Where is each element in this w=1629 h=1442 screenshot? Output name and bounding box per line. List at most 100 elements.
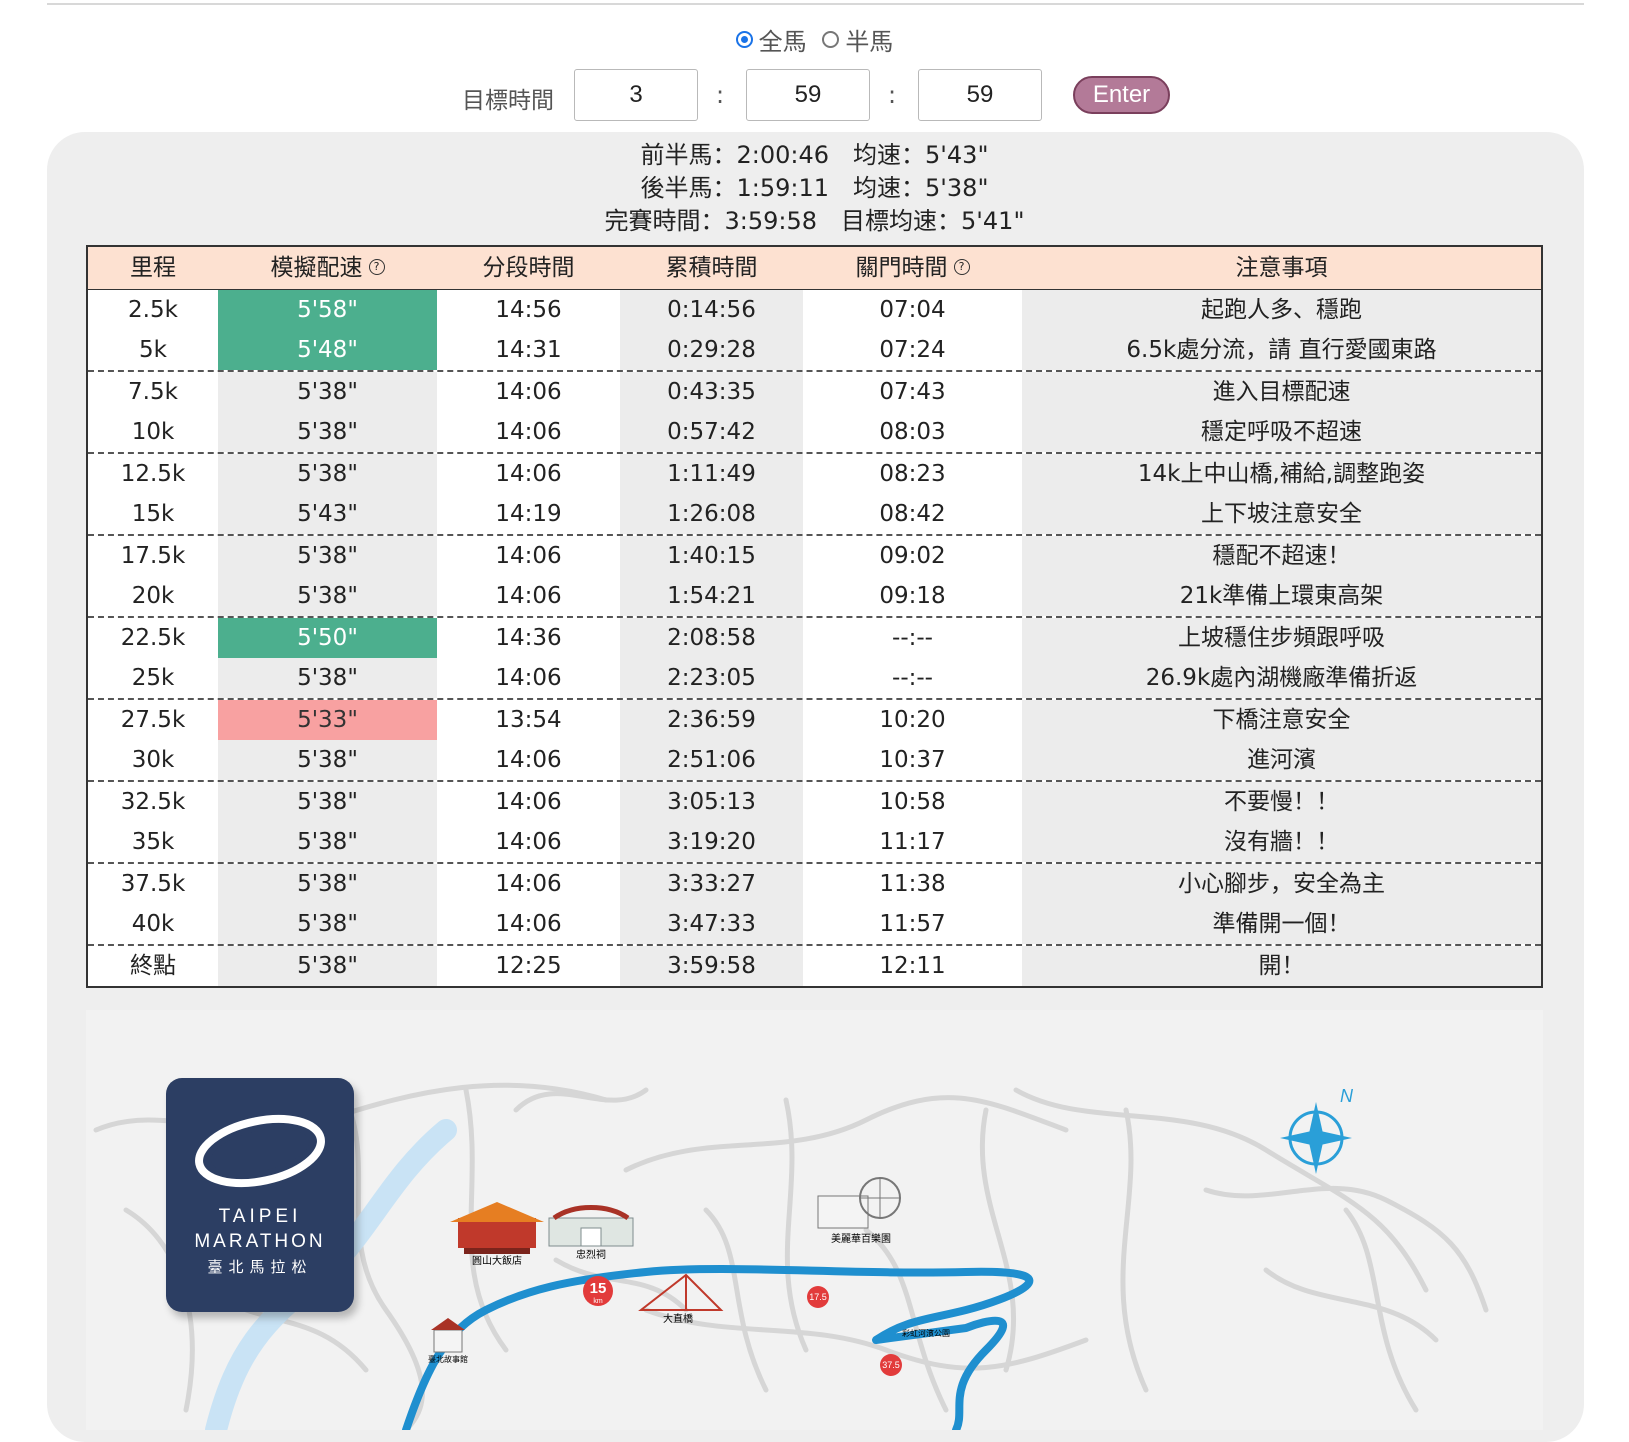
radio-half-marathon[interactable]: 半馬: [822, 22, 893, 57]
table-row: 40k 5'38" 14:06 3:47:33 11:57 準備開一個！: [88, 904, 1541, 944]
cell-cutoff: 07:43: [803, 372, 1022, 412]
landmark-dazhi-bridge: 大直橋: [663, 1312, 693, 1325]
first-half-summary: 前半馬：2:00:46 均速：5'43": [0, 139, 1629, 172]
cell-pace: 5'38": [218, 740, 437, 780]
first-half-pace: 5'43": [925, 141, 989, 169]
table-row: 32.5k 5'38" 14:06 3:05:13 10:58 不要慢！！: [88, 780, 1541, 822]
cell-note: 6.5k處分流，請 直行愛國東路: [1022, 330, 1541, 370]
minutes-input[interactable]: 59: [746, 69, 870, 121]
cell-split: 14:06: [437, 822, 620, 862]
enter-button[interactable]: Enter: [1073, 76, 1170, 114]
help-icon[interactable]: ?: [368, 258, 385, 275]
marker-15km: 15 km: [583, 1276, 613, 1306]
cell-cumulative: 3:59:58: [620, 946, 803, 986]
pace-table: 里程 模擬配速? 分段時間 累積時間 關門時間? 注意事項 2.5k 5'58" 1…: [86, 245, 1543, 988]
cell-cumulative: 0:57:42: [620, 412, 803, 452]
cell-cumulative: 2:23:05: [620, 658, 803, 698]
cell-pace: 5'38": [218, 782, 437, 822]
marker-37-5km: 37.5: [880, 1354, 902, 1376]
cell-split: 12:25: [437, 946, 620, 986]
target-pace: 5'41": [961, 207, 1025, 235]
cell-distance: 15k: [88, 494, 218, 534]
cell-pace: 5'38": [218, 372, 437, 412]
cell-pace: 5'38": [218, 576, 437, 616]
cell-distance: 27.5k: [88, 700, 218, 740]
cell-cumulative: 1:26:08: [620, 494, 803, 534]
table-row: 37.5k 5'38" 14:06 3:33:27 11:38 小心腳步，安全為主: [88, 862, 1541, 904]
cell-cutoff: 08:23: [803, 454, 1022, 494]
cell-distance: 22.5k: [88, 618, 218, 658]
race-route: [402, 1265, 1034, 1430]
cell-pace: 5'38": [218, 946, 437, 986]
table-row: 22.5k 5'50" 14:36 2:08:58 --:-- 上坡穩住步頻跟呼吸: [88, 616, 1541, 658]
cell-note: 21k準備上環東高架: [1022, 576, 1541, 616]
table-row: 25k 5'38" 14:06 2:23:05 --:-- 26.9k處內湖機廠準備折返: [88, 658, 1541, 698]
radio-full-marathon[interactable]: 全馬: [735, 22, 807, 57]
header-cutoff-label: 關門時間: [855, 255, 948, 281]
cell-note: 不要慢！！: [1022, 782, 1541, 822]
cell-cutoff: 07:04: [803, 290, 1022, 330]
cell-cutoff: 09:18: [803, 576, 1022, 616]
cell-cumulative: 2:08:58: [620, 618, 803, 658]
table-row: 7.5k 5'38" 14:06 0:43:35 07:43 進入目標配速: [88, 370, 1541, 412]
table-row: 15k 5'43" 14:19 1:26:08 08:42 上下坡注意安全: [88, 494, 1541, 534]
cell-cumulative: 0:14:56: [620, 290, 803, 330]
second-half-pace: 5'38": [925, 174, 989, 202]
cell-pace: 5'38": [218, 822, 437, 862]
hours-input[interactable]: 3: [574, 69, 698, 121]
cell-cumulative: 1:11:49: [620, 454, 803, 494]
marker-17-5km: 17.5: [807, 1286, 829, 1308]
cell-distance: 7.5k: [88, 372, 218, 412]
first-half-pace-label: 均速：: [853, 141, 926, 169]
cell-note: 上坡穩住步頻跟呼吸: [1022, 618, 1541, 658]
marker-15km-unit: km: [593, 1298, 603, 1305]
cell-distance: 25k: [88, 658, 218, 698]
cell-pace: 5'48": [218, 330, 437, 370]
cell-split: 14:06: [437, 536, 620, 576]
table-row: 2.5k 5'58" 14:56 0:14:56 07:04 起跑人多、穩跑: [88, 290, 1541, 330]
radio-full-marathon-dot[interactable]: [735, 31, 753, 48]
second-half-summary: 後半馬：1:59:11 均速：5'38": [0, 172, 1629, 205]
cell-pace: 5'38": [218, 454, 437, 494]
cell-note: 進入目標配速: [1022, 372, 1541, 412]
cell-pace: 5'38": [218, 412, 437, 452]
cell-note: 小心腳步，安全為主: [1022, 864, 1541, 904]
table-row: 27.5k 5'33" 13:54 2:36:59 10:20 下橋注意安全: [88, 698, 1541, 740]
cell-note: 起跑人多、穩跑: [1022, 290, 1541, 330]
cell-pace: 5'58": [218, 290, 437, 330]
cell-distance: 40k: [88, 904, 218, 944]
first-half-time: 2:00:46: [736, 141, 830, 169]
cell-note: 進河濱: [1022, 740, 1541, 780]
time-colon: :: [716, 81, 725, 109]
header-pace: 模擬配速?: [218, 247, 437, 289]
cell-note: 穩配不超速！: [1022, 536, 1541, 576]
target-pace-label: 目標均速：: [841, 207, 962, 235]
radio-full-marathon-label: 全馬: [758, 28, 807, 56]
table-header-row: 里程 模擬配速? 分段時間 累積時間 關門時間? 注意事項: [88, 247, 1541, 290]
cell-split: 14:06: [437, 658, 620, 698]
help-icon[interactable]: ?: [953, 258, 970, 275]
logo-line-3: 臺北馬拉松: [207, 1259, 313, 1276]
compass-label: N: [1340, 1086, 1354, 1106]
seconds-input[interactable]: 59: [918, 69, 1042, 121]
landmark-rainbow-park: 彩虹河濱公園: [902, 1328, 950, 1338]
grand-hotel-icon: [450, 1202, 544, 1254]
compass-icon: N: [1280, 1086, 1354, 1174]
radio-half-marathon-dot[interactable]: [822, 31, 840, 48]
course-map: 淡 15 km 17.5 37.5 圓山大飯店 忠烈祠: [86, 1010, 1543, 1430]
cell-note: 26.9k處內湖機廠準備折返: [1022, 658, 1541, 698]
cell-pace: 5'38": [218, 658, 437, 698]
table-body: 2.5k 5'58" 14:56 0:14:56 07:04 起跑人多、穩跑 5k 5'48"…: [88, 290, 1541, 986]
cell-cutoff: 08:42: [803, 494, 1022, 534]
cell-split: 14:36: [437, 618, 620, 658]
cell-pace: 5'43": [218, 494, 437, 534]
cell-cumulative: 3:47:33: [620, 904, 803, 944]
cell-cutoff: 11:57: [803, 904, 1022, 944]
header-notes: 注意事項: [1235, 255, 1328, 281]
cell-cumulative: 1:40:15: [620, 536, 803, 576]
cell-cumulative: 3:05:13: [620, 782, 803, 822]
cell-pace: 5'50": [218, 618, 437, 658]
cell-split: 13:54: [437, 700, 620, 740]
marker-17-5km-label: 17.5: [809, 1292, 827, 1302]
header-distance: 里程: [130, 255, 176, 281]
